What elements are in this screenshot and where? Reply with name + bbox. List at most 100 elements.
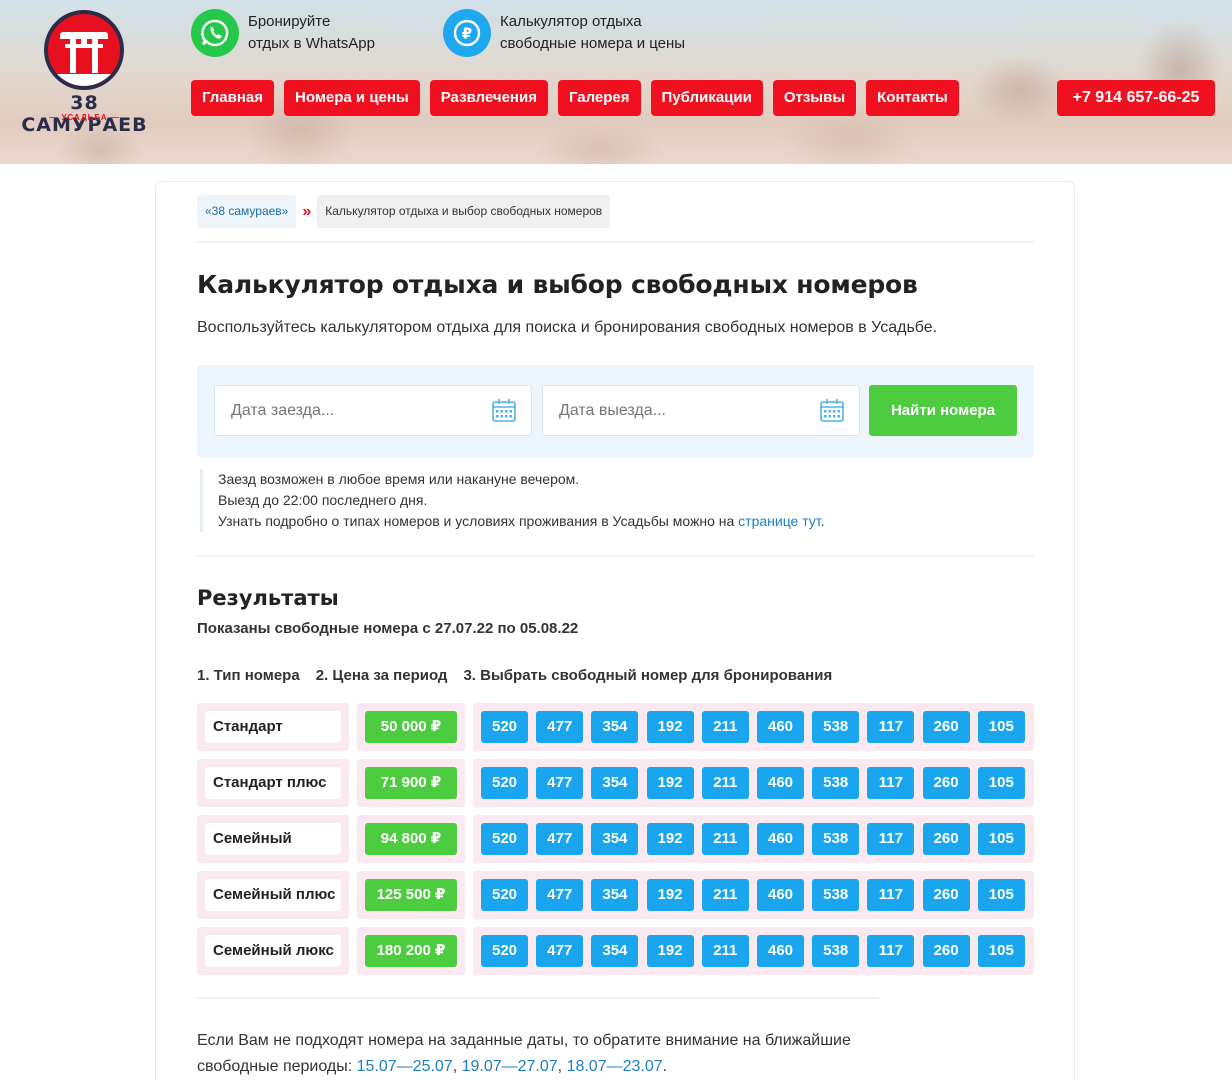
logo[interactable]: 38 САМУРАЕВ — УСАДЬБА — — [12, 10, 157, 136]
room-number-button[interactable]: 105 — [977, 823, 1025, 855]
period-link[interactable]: 15.07—25.07 — [357, 1058, 453, 1075]
price-badge: 180 200 ₽ — [365, 935, 457, 967]
room-types-link[interactable]: странице тут — [738, 513, 821, 529]
result-row: Семейный люкс 180 200 ₽ 520 477 354 192 211 460… — [197, 927, 1034, 975]
room-number-button[interactable]: 105 — [977, 879, 1025, 911]
room-number-button[interactable]: 477 — [536, 879, 584, 911]
alternative-periods: Если Вам не подходят номера на заданные … — [197, 1032, 851, 1075]
room-number-button[interactable]: 117 — [867, 767, 915, 799]
info-notes: Заезд возможен в любое время или наканун… — [200, 469, 825, 532]
room-type-cell: Стандарт плюс — [197, 759, 349, 807]
room-number-button[interactable]: 105 — [977, 711, 1025, 743]
room-number-button[interactable]: 477 — [536, 711, 584, 743]
room-number-button[interactable]: 211 — [701, 767, 749, 799]
room-number-button[interactable]: 260 — [922, 711, 970, 743]
room-number-button[interactable]: 192 — [646, 935, 694, 967]
info-details-text: Узнать подробно о типах номеров и услови… — [218, 513, 739, 529]
content-card: «38 самураев» » Калькулятор отдыха и выб… — [155, 181, 1075, 1080]
room-type-label: Семейный плюс — [205, 879, 341, 911]
info-line-checkout: Выезд до 22:00 последнего дня. — [218, 492, 428, 508]
breadcrumb-home[interactable]: «38 самураев» — [197, 195, 297, 228]
checkout-date-input[interactable] — [542, 385, 860, 436]
room-number-button[interactable]: 211 — [701, 711, 749, 743]
room-number-button[interactable]: 117 — [867, 823, 915, 855]
calendar-icon[interactable] — [491, 397, 517, 423]
room-number-button[interactable]: 354 — [591, 879, 639, 911]
divider — [197, 241, 1034, 243]
divider — [197, 997, 879, 999]
room-number-button[interactable]: 260 — [922, 767, 970, 799]
whatsapp-link[interactable]: Бронируйте отдых в WhatsApp — [191, 9, 375, 57]
room-number-button[interactable]: 460 — [757, 823, 804, 855]
room-number-button[interactable]: 105 — [977, 935, 1025, 967]
calculator-line2: свободные номера и цены — [500, 35, 686, 52]
whatsapp-icon — [191, 9, 239, 57]
nav-rooms-prices[interactable]: Номера и цены — [284, 80, 420, 116]
room-number-button[interactable]: 211 — [701, 935, 749, 967]
room-number-button[interactable]: 460 — [757, 711, 804, 743]
room-number-button[interactable]: 117 — [867, 879, 915, 911]
room-type-cell: Семейный — [197, 815, 349, 863]
room-number-button[interactable]: 520 — [481, 711, 528, 743]
nav-gallery[interactable]: Галерея — [557, 80, 641, 116]
room-number-button[interactable]: 538 — [812, 711, 860, 743]
info-line-details: Узнать подробно о типах номеров и услови… — [218, 511, 825, 532]
phone-button[interactable]: +7 914 657-66-25 — [1057, 80, 1215, 116]
calendar-icon[interactable] — [819, 397, 845, 423]
room-number-button[interactable]: 354 — [591, 935, 639, 967]
room-number-button[interactable]: 460 — [757, 767, 804, 799]
room-number-button[interactable]: 211 — [701, 823, 749, 855]
find-rooms-button[interactable]: Найти номера — [869, 385, 1017, 436]
room-number-button[interactable]: 117 — [867, 935, 915, 967]
room-number-button[interactable]: 477 — [536, 935, 584, 967]
room-number-button[interactable]: 520 — [481, 767, 528, 799]
nav-contacts[interactable]: Контакты — [866, 80, 959, 116]
room-number-button[interactable]: 192 — [646, 767, 694, 799]
main-nav: Главная Номера и цены Развлечения Галере… — [191, 80, 969, 116]
room-number-button[interactable]: 354 — [591, 767, 639, 799]
room-number-button[interactable]: 520 — [481, 823, 528, 855]
room-type-label: Стандарт плюс — [205, 767, 341, 799]
room-number-button[interactable]: 260 — [922, 935, 970, 967]
room-number-button[interactable]: 354 — [591, 823, 639, 855]
nav-publications[interactable]: Публикации — [650, 80, 763, 116]
room-number-button[interactable]: 520 — [481, 879, 528, 911]
price-cell: 71 900 ₽ — [357, 759, 465, 807]
room-number-button[interactable]: 538 — [812, 879, 860, 911]
room-number-button[interactable]: 105 — [977, 767, 1025, 799]
page-title: Калькулятор отдыха и выбор свободных ном… — [197, 270, 918, 299]
nav-entertainment[interactable]: Развлечения — [429, 80, 548, 116]
room-number-button[interactable]: 260 — [922, 879, 970, 911]
room-number-button[interactable]: 192 — [646, 879, 694, 911]
room-number-button[interactable]: 354 — [591, 711, 639, 743]
price-cell: 94 800 ₽ — [357, 815, 465, 863]
calculator-link[interactable]: ₽ Калькулятор отдыха свободные номера и ц… — [443, 9, 685, 57]
period-link[interactable]: 19.07—27.07 — [462, 1058, 558, 1075]
ruble-icon: ₽ — [443, 9, 491, 57]
room-number-button[interactable]: 538 — [812, 935, 860, 967]
room-number-button[interactable]: 192 — [646, 711, 694, 743]
checkin-date-input[interactable] — [214, 385, 532, 436]
room-number-button[interactable]: 520 — [481, 935, 528, 967]
price-badge: 50 000 ₽ — [365, 711, 457, 743]
room-number-button[interactable]: 260 — [922, 823, 970, 855]
nav-reviews[interactable]: Отзывы — [772, 80, 857, 116]
room-number-button[interactable]: 460 — [757, 935, 804, 967]
room-number-button[interactable]: 460 — [757, 879, 804, 911]
room-number-button[interactable]: 192 — [646, 823, 694, 855]
room-number-button[interactable]: 538 — [812, 767, 860, 799]
divider — [197, 555, 1034, 557]
room-number-button[interactable]: 477 — [536, 767, 584, 799]
nav-home[interactable]: Главная — [191, 80, 275, 116]
room-number-button[interactable]: 538 — [812, 823, 860, 855]
room-number-button[interactable]: 117 — [867, 711, 915, 743]
search-form: Найти номера — [197, 365, 1034, 457]
calculator-line1: Калькулятор отдыха — [500, 13, 642, 30]
room-number-button[interactable]: 477 — [536, 823, 584, 855]
room-type-cell: Стандарт — [197, 703, 349, 751]
period-link[interactable]: 18.07—23.07 — [567, 1058, 663, 1075]
price-cell: 125 500 ₽ — [357, 871, 465, 919]
torii-logo-icon — [44, 10, 124, 90]
page-lead: Воспользуйтесь калькулятором отдыха для … — [197, 319, 938, 336]
room-number-button[interactable]: 211 — [701, 879, 749, 911]
